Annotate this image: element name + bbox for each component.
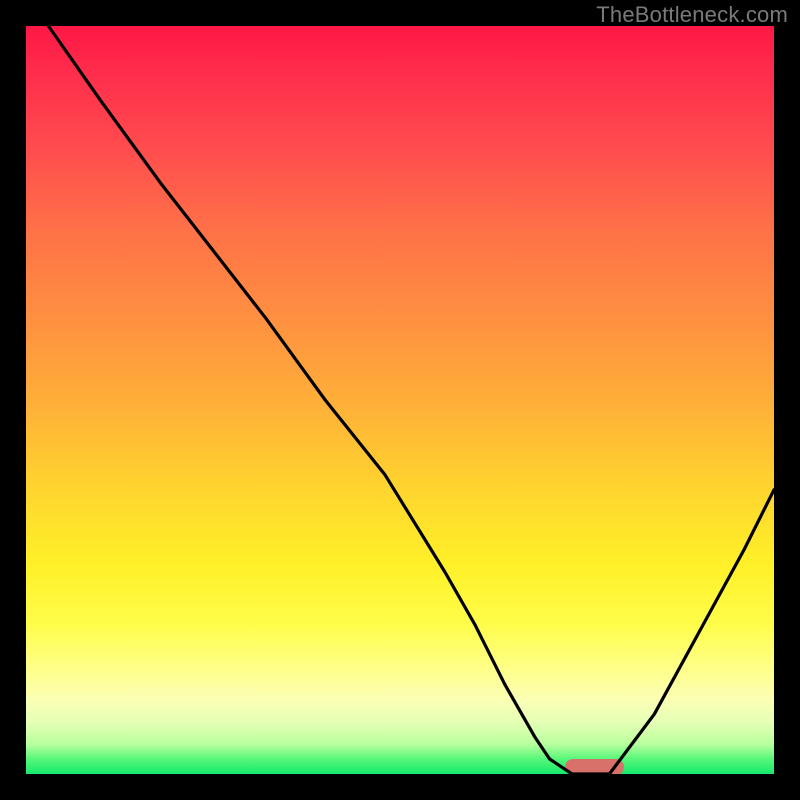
bottleneck-curve <box>26 26 774 774</box>
chart-container: TheBottleneck.com <box>0 0 800 800</box>
watermark-text: TheBottleneck.com <box>596 2 788 28</box>
plot-area <box>26 26 774 774</box>
